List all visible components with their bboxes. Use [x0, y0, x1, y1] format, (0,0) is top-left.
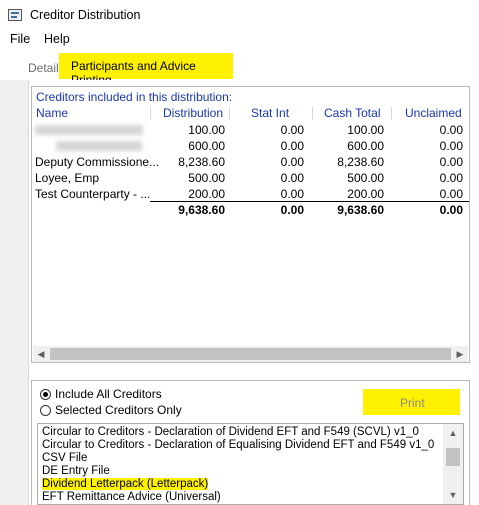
cell-unclaimed: 0.00 [439, 139, 463, 153]
list-item[interactable]: DE Entry File [42, 465, 110, 477]
scrollbar-thumb[interactable] [50, 348, 451, 360]
print-button[interactable]: Print [363, 389, 460, 415]
table-row[interactable]: Test Counterparty - ... 200.00 0.00 200.… [32, 186, 469, 202]
column-header-name[interactable]: Name [36, 106, 68, 120]
window-title: Creditor Distribution [30, 8, 141, 22]
cell-cash-total: 600.00 [347, 139, 384, 153]
scrollbar-thumb[interactable] [446, 448, 460, 466]
creditor-distribution-window: Creditor Distribution File Help Details … [0, 0, 479, 505]
redacted-name [56, 141, 142, 151]
cell-name: Loyee, Emp [35, 171, 100, 185]
vertical-scrollbar[interactable]: ▲ ▼ [443, 424, 463, 504]
cell-unclaimed: 0.00 [439, 171, 463, 185]
horizontal-scrollbar[interactable]: ◀ ▶ [33, 346, 468, 362]
list-item[interactable]: Circular to Creditors - Declaration of D… [42, 426, 419, 438]
scroll-right-icon[interactable]: ▶ [452, 346, 468, 362]
scroll-left-icon[interactable]: ◀ [33, 346, 49, 362]
selected-only-label[interactable]: Selected Creditors Only [55, 403, 182, 417]
cell-cash-total: 500.00 [347, 171, 384, 185]
cell-stat-int: 0.00 [280, 187, 304, 201]
totals-row: 9,638.60 0.00 9,638.60 0.00 [32, 202, 469, 218]
cell-distribution: 200.00 [188, 187, 225, 201]
cell-distribution: 600.00 [188, 139, 225, 153]
table-row[interactable]: 600.00 0.00 600.00 0.00 [32, 138, 469, 154]
total-distribution: 9,638.60 [178, 203, 225, 217]
cell-stat-int: 0.00 [280, 123, 304, 137]
cell-stat-int: 0.00 [280, 139, 304, 153]
tab-participants[interactable]: Participants and Advice Printing [59, 53, 233, 87]
cell-stat-int: 0.00 [280, 171, 304, 185]
menu-bar: File Help [0, 30, 479, 50]
cell-cash-total: 8,238.60 [337, 155, 384, 169]
selected-only-radio[interactable] [40, 405, 51, 416]
table-row[interactable]: 100.00 0.00 100.00 0.00 [32, 122, 469, 138]
cell-name: Deputy Commissione... [35, 155, 160, 169]
menu-help[interactable]: Help [44, 32, 70, 46]
column-header-cash-total[interactable]: Cash Total [324, 106, 380, 120]
column-header-unclaimed[interactable]: Unclaimed [405, 106, 462, 120]
table-row[interactable]: Loyee, Emp 500.00 0.00 500.00 0.00 [32, 170, 469, 186]
print-button-label: Print [400, 396, 425, 410]
redacted-name [35, 125, 143, 135]
menu-file[interactable]: File [10, 32, 30, 46]
list-item[interactable]: EFT Remittance Advice (Universal) [42, 491, 221, 503]
cell-distribution: 500.00 [188, 171, 225, 185]
cell-cash-total: 100.00 [347, 123, 384, 137]
cell-unclaimed: 0.00 [439, 187, 463, 201]
column-separator [150, 107, 151, 120]
grid-caption: Creditors included in this distribution: [36, 90, 233, 104]
include-all-radio[interactable] [40, 389, 51, 400]
list-item-selected[interactable]: Dividend Letterpack (Letterpack) [42, 478, 209, 490]
creditors-grid[interactable]: Creditors included in this distribution:… [31, 86, 470, 363]
grid-header: Name Distribution Stat Int Cash Total Un… [32, 105, 469, 121]
cell-unclaimed: 0.00 [439, 155, 463, 169]
cell-distribution: 8,238.60 [178, 155, 225, 169]
app-icon [8, 9, 22, 21]
total-unclaimed: 0.00 [439, 203, 463, 217]
list-item[interactable]: Circular to Creditors - Declaration of E… [42, 439, 434, 451]
cell-cash-total: 200.00 [347, 187, 384, 201]
advice-template-list[interactable]: Circular to Creditors - Declaration of D… [37, 423, 464, 505]
column-separator [312, 107, 313, 120]
cell-distribution: 100.00 [188, 123, 225, 137]
column-header-distribution[interactable]: Distribution [163, 106, 223, 120]
include-all-label[interactable]: Include All Creditors [55, 387, 162, 401]
list-item[interactable]: CSV File [42, 452, 87, 464]
column-separator [229, 107, 230, 120]
cell-stat-int: 0.00 [280, 155, 304, 169]
cell-name: Test Counterparty - ... [35, 187, 151, 201]
table-row[interactable]: Deputy Commissione... 8,238.60 0.00 8,23… [32, 154, 469, 170]
scroll-down-icon[interactable]: ▼ [445, 487, 461, 503]
column-header-stat-int[interactable]: Stat Int [251, 106, 289, 120]
title-bar: Creditor Distribution [0, 0, 479, 30]
total-cash-total: 9,638.60 [337, 203, 384, 217]
scroll-up-icon[interactable]: ▲ [445, 425, 461, 441]
cell-unclaimed: 0.00 [439, 123, 463, 137]
total-stat-int: 0.00 [280, 203, 304, 217]
column-separator [391, 107, 392, 120]
